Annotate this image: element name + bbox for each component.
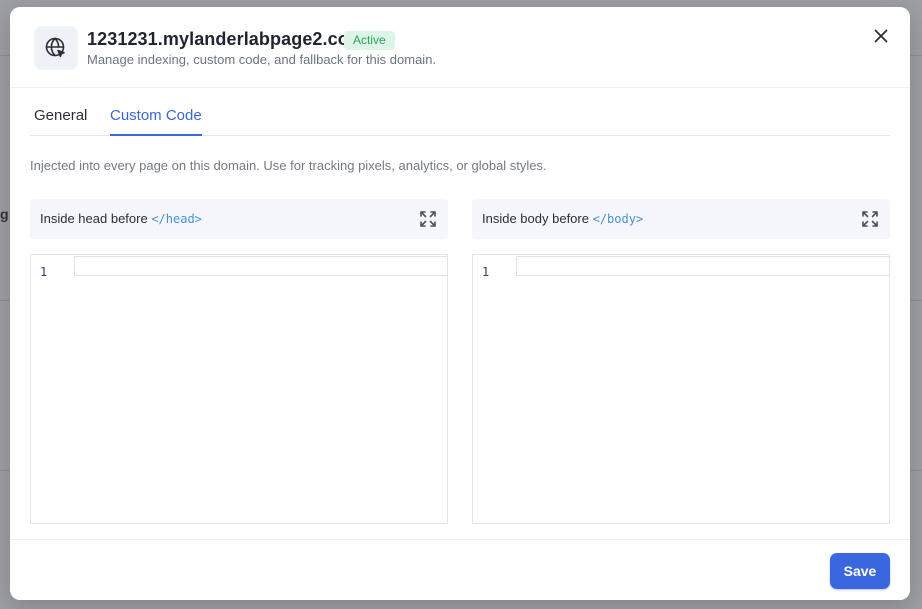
- body-code-editor[interactable]: 1: [472, 254, 890, 524]
- body-code-expand-button[interactable]: [861, 210, 879, 228]
- close-icon: [874, 29, 888, 43]
- close-button[interactable]: [868, 23, 894, 49]
- expand-icon: [420, 211, 436, 227]
- head-code-label: Inside head before </head>: [40, 211, 202, 226]
- tab-bar: General Custom Code: [30, 104, 890, 136]
- body-code-tag: </body>: [592, 212, 644, 226]
- head-code-panel-header: Inside head before </head>: [30, 199, 448, 239]
- body-code-line-input[interactable]: [516, 256, 890, 276]
- domain-title: 1231231.mylanderlabpage2.com: [87, 29, 365, 49]
- head-code-label-text: Inside head before: [40, 211, 148, 226]
- body-code-panel-header: Inside body before </body>: [472, 199, 890, 239]
- head-code-editor[interactable]: 1: [30, 254, 448, 524]
- body-code-label: Inside body before </body>: [482, 211, 643, 226]
- tab-custom-code[interactable]: Custom Code: [110, 107, 202, 136]
- line-number: 1: [40, 265, 48, 279]
- head-code-tag: </head>: [151, 212, 202, 226]
- status-badge: Active: [344, 31, 395, 50]
- globe-icon: [45, 37, 65, 58]
- head-code-line-input[interactable]: [74, 256, 448, 276]
- expand-icon: [862, 211, 878, 227]
- custom-code-description: Injected into every page on this domain.…: [30, 158, 547, 173]
- modal-header: 1231231.mylanderlabpage2.com Active Mana…: [10, 7, 910, 88]
- head-code-expand-button[interactable]: [419, 210, 437, 228]
- domain-settings-modal: 1231231.mylanderlabpage2.com Active Mana…: [10, 7, 910, 600]
- modal-footer: Save: [10, 539, 910, 600]
- domain-icon-box: [34, 26, 78, 70]
- tab-general[interactable]: General: [34, 107, 87, 136]
- save-button[interactable]: Save: [830, 553, 890, 589]
- background-text-fragment: g: [0, 206, 9, 222]
- body-code-label-text: Inside body before: [482, 211, 589, 226]
- modal-subtitle: Manage indexing, custom code, and fallba…: [87, 52, 437, 67]
- line-number: 1: [482, 265, 490, 279]
